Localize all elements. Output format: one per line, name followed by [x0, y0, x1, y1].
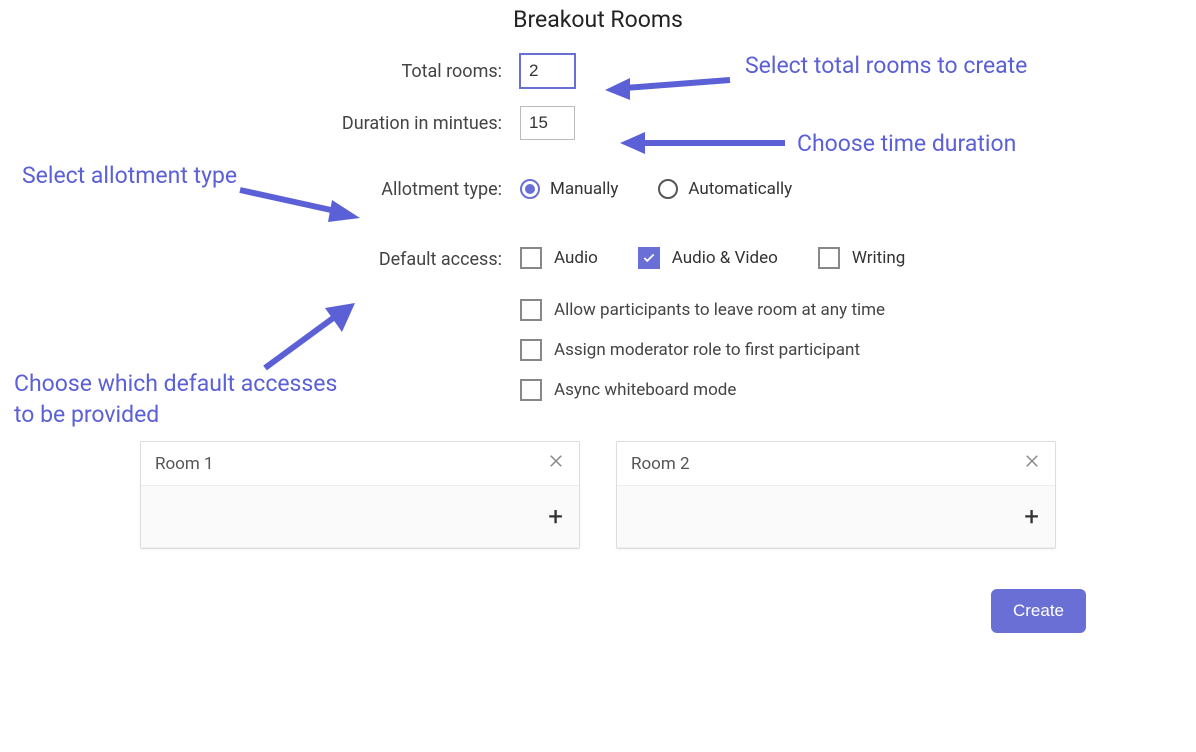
add-participant-button[interactable]: + — [1024, 504, 1039, 530]
label-default-access: Default access: — [0, 247, 520, 270]
radio-manually[interactable]: Manually — [520, 179, 618, 199]
checkbox-checked-icon — [638, 247, 660, 269]
checkbox-icon — [520, 247, 542, 269]
label-allotment: Allotment type: — [0, 179, 520, 200]
checkbox-label-whiteboard: Async whiteboard mode — [554, 380, 736, 400]
room-card-1: Room 1 + — [140, 441, 580, 549]
close-room-button[interactable] — [1023, 452, 1041, 475]
checkbox-async-whiteboard[interactable]: Async whiteboard mode — [520, 379, 885, 401]
row-allotment: Allotment type: Manually Automatically — [0, 171, 1196, 207]
close-icon — [1023, 452, 1041, 470]
label-duration: Duration in mintues: — [0, 113, 520, 134]
add-participant-button[interactable]: + — [548, 504, 563, 530]
row-duration: Duration in mintues: — [0, 105, 1196, 141]
checkbox-label-writing: Writing — [852, 248, 905, 268]
total-rooms-input[interactable] — [520, 54, 575, 88]
checkbox-leave-anytime[interactable]: Allow participants to leave room at any … — [520, 299, 885, 321]
close-icon — [547, 452, 565, 470]
page-title: Breakout Rooms — [0, 0, 1196, 33]
room-title: Room 1 — [155, 454, 214, 474]
checkbox-audio[interactable]: Audio — [520, 247, 598, 269]
radio-circle-icon — [658, 179, 678, 199]
checkbox-icon — [520, 379, 542, 401]
checkbox-assign-moderator[interactable]: Assign moderator role to first participa… — [520, 339, 885, 361]
radio-label-automatically: Automatically — [688, 179, 792, 199]
close-room-button[interactable] — [547, 452, 565, 475]
room-title: Room 2 — [631, 454, 690, 474]
create-button[interactable]: Create — [991, 589, 1086, 633]
checkbox-icon — [520, 299, 542, 321]
room-card-2: Room 2 + — [616, 441, 1056, 549]
checkbox-writing[interactable]: Writing — [818, 247, 905, 269]
row-default-access: Default access: Audio Audio & Video — [0, 247, 1196, 401]
label-total-rooms: Total rooms: — [0, 61, 520, 82]
duration-input[interactable] — [520, 106, 575, 140]
checkbox-audio-video[interactable]: Audio & Video — [638, 247, 778, 269]
radio-dot-icon — [520, 179, 540, 199]
checkbox-label-moderator: Assign moderator role to first participa… — [554, 340, 860, 360]
row-total-rooms: Total rooms: — [0, 53, 1196, 89]
checkbox-label-leave: Allow participants to leave room at any … — [554, 300, 885, 320]
checkbox-label-audio: Audio — [554, 248, 598, 268]
radio-label-manually: Manually — [550, 179, 618, 199]
checkbox-icon — [818, 247, 840, 269]
checkbox-icon — [520, 339, 542, 361]
checkbox-label-audio-video: Audio & Video — [672, 248, 778, 268]
radio-automatically[interactable]: Automatically — [658, 179, 792, 199]
